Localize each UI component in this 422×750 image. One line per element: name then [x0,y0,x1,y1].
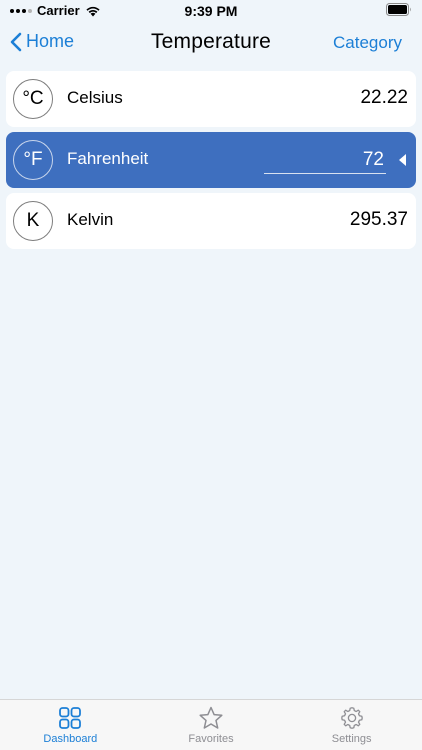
unit-value: 295.37 [349,209,408,230]
celsius-symbol-icon: °C [13,79,53,119]
fahrenheit-value-input[interactable] [264,146,386,174]
unit-row-fahrenheit[interactable]: °F Fahrenheit [6,132,416,188]
battery-icon [386,3,412,19]
fahrenheit-symbol-icon: °F [13,140,53,180]
tab-settings[interactable]: Settings [281,700,422,750]
kelvin-symbol-icon: K [13,201,53,241]
tab-favorites[interactable]: Favorites [141,700,282,750]
nav-bar: Home Temperature Category [0,24,422,64]
tab-bar: Dashboard Favorites Settings [0,699,422,750]
tab-label: Favorites [188,733,234,745]
gear-icon [340,707,363,729]
status-time: 9:39 PM [184,3,238,19]
tab-label: Settings [331,733,372,745]
unit-row-celsius[interactable]: °C Celsius 22.22 [6,71,416,127]
unit-name: Celsius [67,88,123,107]
star-icon [199,706,223,729]
unit-name: Kelvin [67,210,114,229]
unit-name: Fahrenheit [67,149,149,168]
status-bar: Carrier 9:39 PM [0,0,422,24]
tab-dashboard[interactable]: Dashboard [0,700,141,750]
grid-icon [59,707,82,729]
unit-row-kelvin[interactable]: K Kelvin 295.37 [6,193,416,249]
tab-label: Dashboard [43,733,98,745]
category-button[interactable]: Category [333,33,402,53]
unit-value: 22.22 [360,87,408,108]
caret-left-icon [399,154,406,166]
